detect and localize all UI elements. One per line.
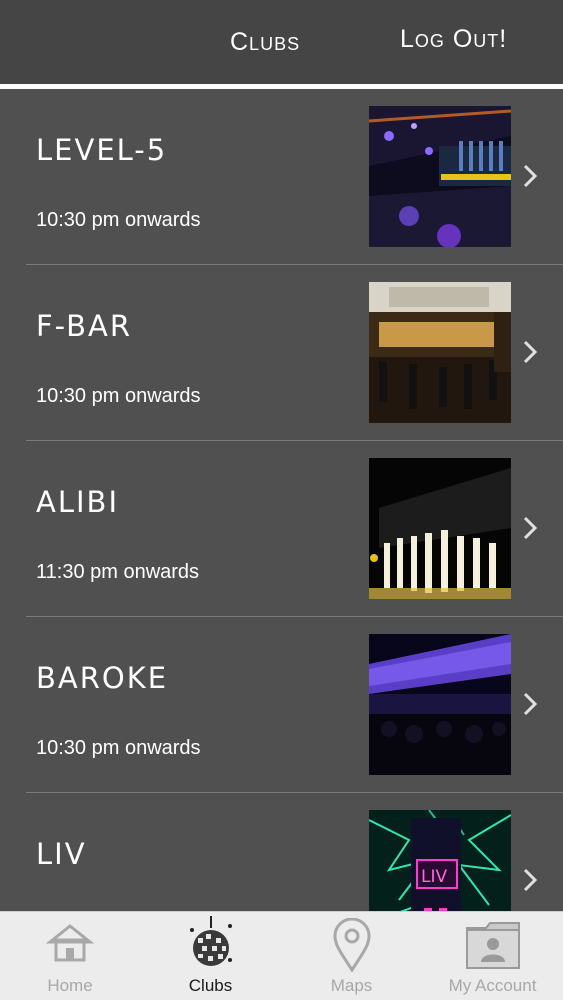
home-icon xyxy=(46,924,94,962)
chevron-right-icon xyxy=(523,164,538,188)
chevron-right-icon xyxy=(523,868,538,892)
club-thumbnail xyxy=(369,282,511,423)
club-time: 11:30 pm onwards xyxy=(36,561,200,583)
club-thumbnail xyxy=(369,458,511,599)
club-row-liv[interactable]: LIV LIV xyxy=(0,793,563,911)
club-time: 10:30 pm onwards xyxy=(36,737,201,759)
club-thumbnail xyxy=(369,106,511,247)
club-list[interactable]: LEVEL-5 10:30 pm onwards F-BAR 10:30 pm … xyxy=(0,89,563,911)
tab-label: Clubs xyxy=(188,976,233,995)
chevron-right-icon xyxy=(523,516,538,540)
logout-button[interactable]: Log Out! xyxy=(400,25,560,54)
club-name: ALIBI xyxy=(36,485,119,519)
map-pin-icon xyxy=(332,918,371,972)
svg-text:LIV: LIV xyxy=(421,867,447,887)
club-name: BAROKE xyxy=(36,661,169,695)
tab-maps[interactable]: Maps xyxy=(281,912,422,1000)
club-thumbnail xyxy=(369,634,511,775)
page-title: Clubs xyxy=(230,28,301,56)
club-time: 10:30 pm onwards xyxy=(36,385,201,407)
chevron-right-icon xyxy=(523,692,538,716)
club-name: LEVEL-5 xyxy=(36,133,168,167)
club-row-f-bar[interactable]: F-BAR 10:30 pm onwards xyxy=(0,265,563,441)
tab-label: My Account xyxy=(448,976,537,995)
tab-home[interactable]: Home xyxy=(0,912,140,1000)
club-time: 10:30 pm onwards xyxy=(36,209,201,231)
club-row-baroke[interactable]: BAROKE 10:30 pm onwards xyxy=(0,617,563,793)
account-folder-icon xyxy=(465,922,520,969)
tab-clubs[interactable]: Clubs xyxy=(140,912,281,1000)
club-name: LIV xyxy=(36,837,87,871)
tab-bar: Home Clubs Maps My Account xyxy=(0,911,563,1000)
top-bar: Clubs Log Out! xyxy=(0,0,563,85)
club-row-alibi[interactable]: ALIBI 11:30 pm onwards xyxy=(0,441,563,617)
tab-label: Maps xyxy=(330,976,373,995)
club-name: F-BAR xyxy=(36,309,132,343)
tab-my-account[interactable]: My Account xyxy=(422,912,563,1000)
club-thumbnail: LIV xyxy=(369,810,511,911)
club-row-level-5[interactable]: LEVEL-5 10:30 pm onwards xyxy=(0,89,563,265)
chevron-right-icon xyxy=(523,340,538,364)
disco-ball-icon xyxy=(189,916,232,966)
tab-label: Home xyxy=(47,976,93,995)
